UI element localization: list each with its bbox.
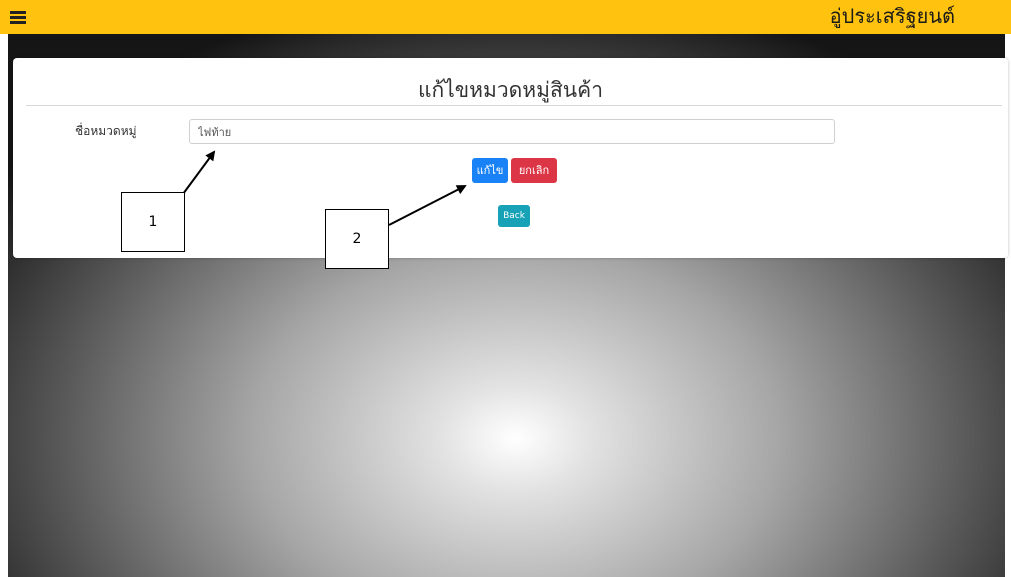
cancel-button[interactable]: ยกเลิก xyxy=(511,158,557,183)
title-divider xyxy=(26,105,1002,106)
callout-2: 2 xyxy=(325,209,389,269)
callout-1: 1 xyxy=(121,192,185,252)
category-name-label: ชื่อหมวดหมู่ xyxy=(75,124,137,138)
category-name-input[interactable] xyxy=(189,119,835,144)
brand-title: อู่ประเสริฐยนต์ xyxy=(829,4,955,28)
page-title: แก้ไขหมวดหมู่สินค้า xyxy=(418,78,603,102)
top-navbar: อู่ประเสริฐยนต์ xyxy=(0,0,1011,34)
hamburger-menu-icon[interactable] xyxy=(10,9,26,25)
left-edge-strip xyxy=(0,0,8,577)
edit-button[interactable]: แก้ไข xyxy=(472,158,508,183)
back-button[interactable]: Back xyxy=(498,205,530,227)
